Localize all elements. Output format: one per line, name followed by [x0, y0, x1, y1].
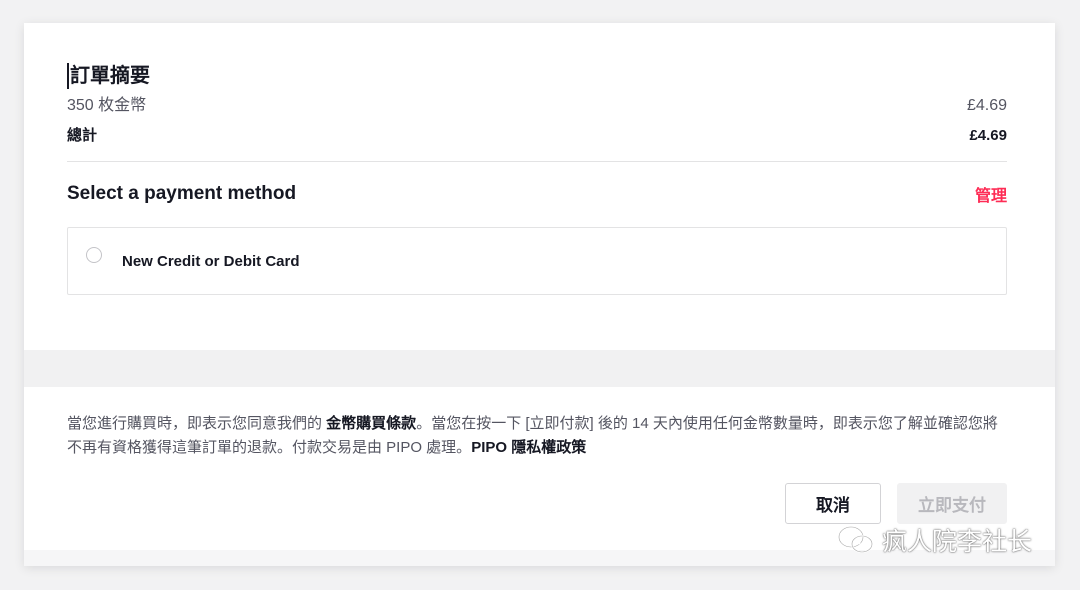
- summary-divider: [67, 161, 1007, 162]
- manage-link[interactable]: 管理: [975, 182, 1007, 206]
- payment-option-radio[interactable]: [86, 247, 102, 263]
- purchase-notice: 當您進行購買時，即表示您同意我們的 金幣購買條款。當您在按一下 [立即付款] 後…: [67, 412, 1007, 460]
- payment-method-heading: Select a payment method: [67, 183, 297, 204]
- order-total-label: 總計: [67, 127, 98, 144]
- order-summary-title: 訂單摘要: [67, 63, 150, 89]
- order-item-label: 350 枚金幣: [67, 97, 147, 114]
- privacy-policy-link[interactable]: PIPO 隱私權政策: [471, 439, 586, 456]
- order-summary: 訂單摘要 350 枚金幣 £4.69 總計 £4.69: [67, 63, 1007, 146]
- payment-option-label: New Credit or Debit Card: [122, 252, 300, 270]
- coin-terms-link[interactable]: 金幣購買條款: [326, 415, 416, 432]
- wechat-icon: [838, 526, 873, 553]
- watermark: 疯人院李社长: [836, 522, 1032, 558]
- order-total-price: £4.69: [969, 127, 1007, 144]
- pay-now-button[interactable]: 立即支付: [897, 483, 1007, 524]
- watermark-text: 疯人院李社长: [882, 528, 1033, 556]
- section-separator-band: [24, 350, 1055, 387]
- order-item-row: 350 枚金幣 £4.69: [67, 96, 1007, 116]
- dialog-actions: 取消 立即支付: [785, 483, 1007, 524]
- payment-dialog: 訂單摘要 350 枚金幣 £4.69 總計 £4.69 Select a pay…: [24, 23, 1055, 566]
- payment-option-new-card[interactable]: New Credit or Debit Card: [67, 227, 1007, 295]
- order-item-price: £4.69: [966, 97, 1007, 114]
- order-total-row: 總計 £4.69: [67, 126, 1007, 146]
- notice-text-part1: 當您進行購買時，即表示您同意我們的: [67, 415, 327, 432]
- payment-method-header: Select a payment method 管理: [67, 182, 1007, 206]
- cancel-button[interactable]: 取消: [785, 483, 881, 524]
